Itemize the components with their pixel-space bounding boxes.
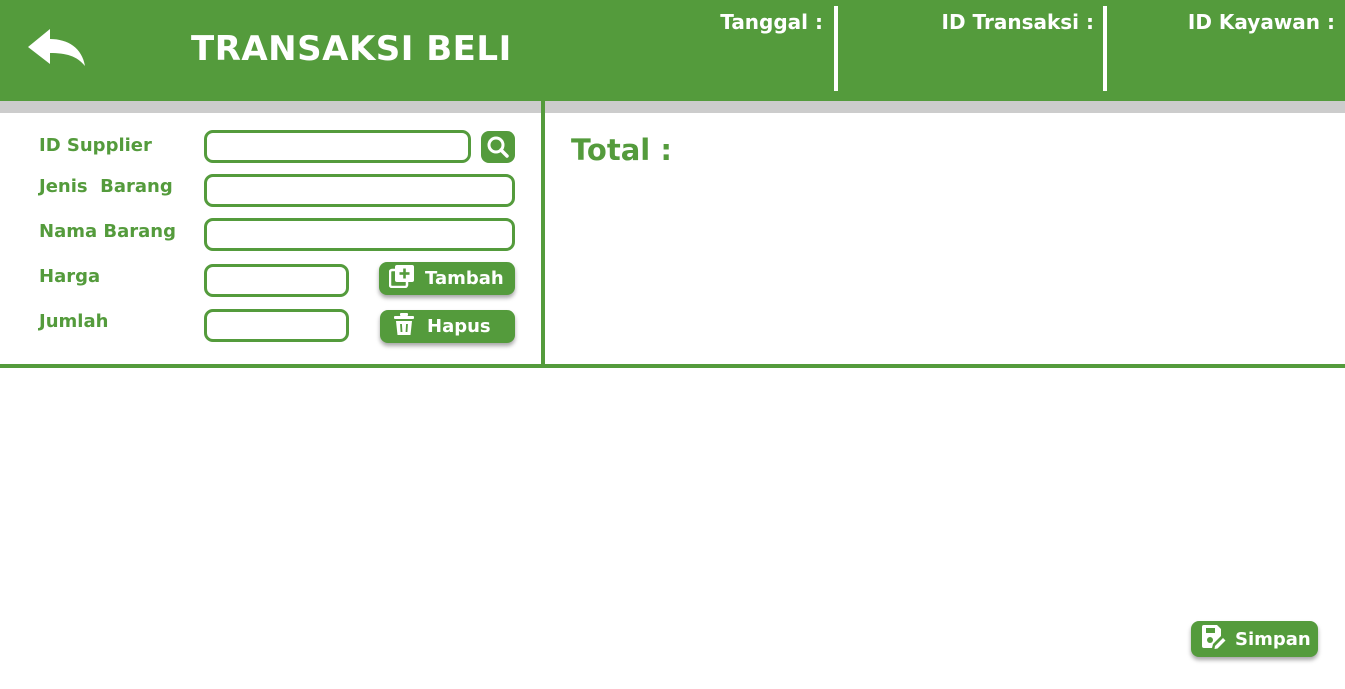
item-form: ID Supplier Jenis Barang Nama Barang Har…: [0, 113, 541, 365]
search-icon: [487, 136, 509, 158]
jenis-barang-label: Jenis Barang: [39, 176, 173, 197]
tanggal-label: Tanggal :: [720, 10, 823, 34]
simpan-button-label: Simpan: [1235, 628, 1311, 650]
total-label: Total :: [571, 133, 672, 167]
header-divider: [834, 6, 838, 91]
trash-icon: [393, 312, 415, 341]
search-supplier-button[interactable]: [481, 131, 515, 163]
header-bar: TRANSAKSI BELI Tanggal : ID Transaksi : …: [0, 0, 1345, 101]
page-title: TRANSAKSI BELI: [191, 29, 512, 69]
add-library-icon: [388, 264, 415, 293]
save-edit-icon: [1200, 624, 1226, 655]
section-divider: [0, 364, 1345, 368]
tambah-button[interactable]: Tambah: [379, 262, 515, 295]
jumlah-input[interactable]: [204, 309, 349, 342]
hapus-button[interactable]: Hapus: [380, 310, 515, 343]
back-arrow-icon: [28, 29, 85, 66]
nama-barang-input[interactable]: [204, 218, 515, 251]
id-supplier-input[interactable]: [204, 130, 471, 163]
id-supplier-label: ID Supplier: [39, 135, 152, 156]
back-button[interactable]: [24, 26, 88, 70]
panel-divider: [541, 101, 545, 365]
tambah-button-label: Tambah: [425, 268, 504, 289]
simpan-button[interactable]: Simpan: [1191, 621, 1318, 657]
purchase-transaction-screen: TRANSAKSI BELI Tanggal : ID Transaksi : …: [0, 0, 1345, 689]
header-strip: [0, 101, 1345, 113]
id-karyawan-label: ID Kayawan :: [1187, 10, 1335, 34]
hapus-button-label: Hapus: [427, 316, 491, 337]
jumlah-label: Jumlah: [39, 311, 109, 332]
header-divider: [1103, 6, 1107, 91]
harga-label: Harga: [39, 266, 101, 287]
harga-input[interactable]: [204, 264, 349, 297]
nama-barang-label: Nama Barang: [39, 221, 176, 242]
id-transaksi-label: ID Transaksi :: [941, 10, 1094, 34]
jenis-barang-input[interactable]: [204, 174, 515, 207]
